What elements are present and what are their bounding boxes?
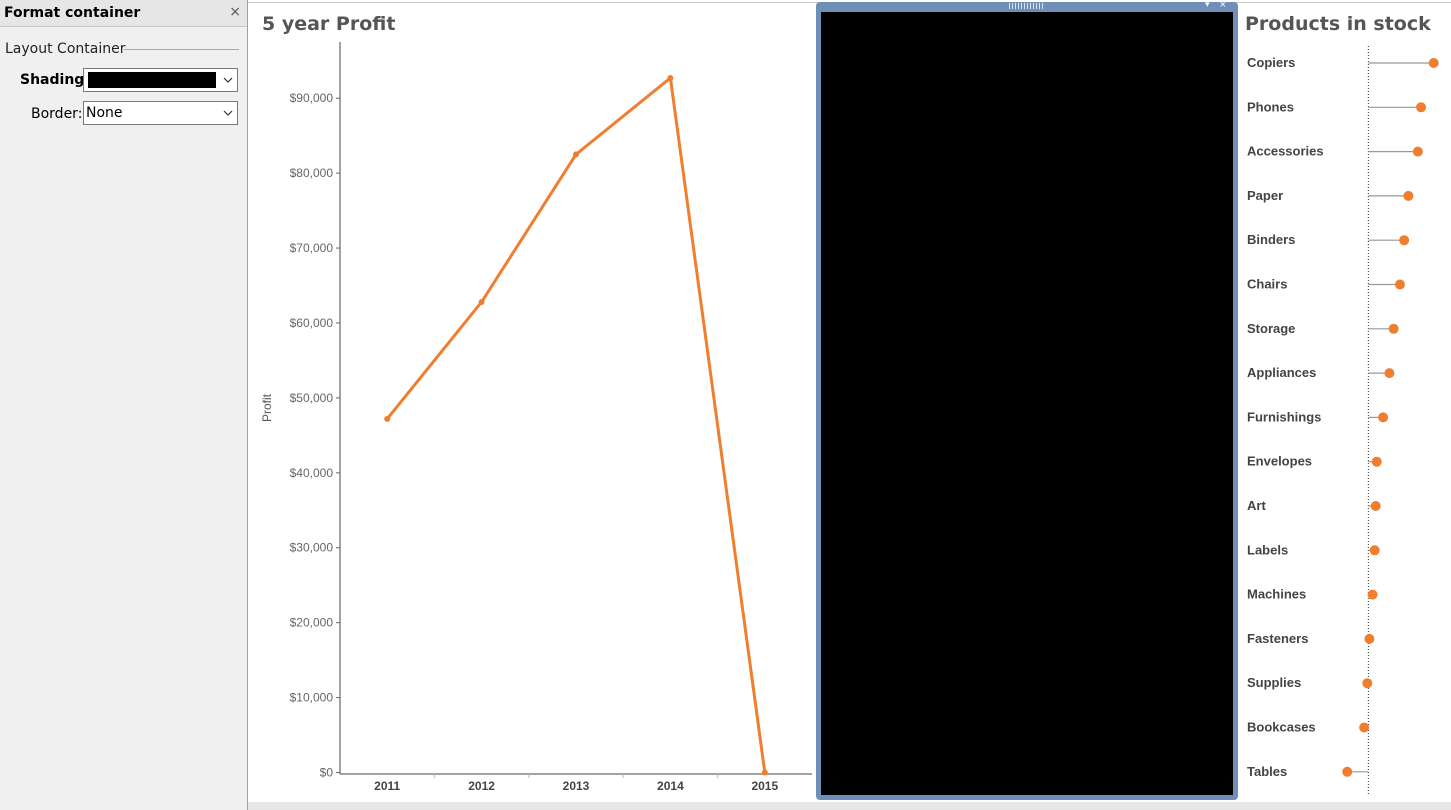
lollipop-dot xyxy=(1371,456,1382,467)
y-tick-label: $30,000 xyxy=(290,541,334,555)
lollipop-dot xyxy=(1359,722,1370,733)
category-label: Art xyxy=(1247,498,1266,513)
section-label: Layout Container xyxy=(5,41,126,57)
lollipop-dot xyxy=(1378,412,1389,423)
lollipop-dot xyxy=(1364,633,1375,644)
lollipop-dot xyxy=(1399,235,1410,246)
lollipop-dot xyxy=(1362,678,1373,689)
category-label: Binders xyxy=(1247,232,1295,247)
profit-point xyxy=(478,298,485,305)
border-value: None xyxy=(86,105,123,121)
lollipop-dot xyxy=(1394,279,1405,290)
lollipop-dot xyxy=(1403,190,1414,201)
lollipop-dot xyxy=(1369,545,1380,556)
border-dropdown[interactable]: None xyxy=(83,101,238,125)
lollipop-dot xyxy=(1412,146,1423,157)
format-container-pane: Format container × Layout Container Shad… xyxy=(0,0,248,810)
category-label: Appliances xyxy=(1247,365,1316,380)
category-label: Copiers xyxy=(1247,55,1295,70)
category-label: Bookcases xyxy=(1247,720,1316,735)
drag-handle[interactable] xyxy=(1009,3,1043,9)
y-tick-label: $80,000 xyxy=(290,166,334,180)
y-tick-label: $90,000 xyxy=(290,91,334,105)
close-icon[interactable]: × xyxy=(229,4,241,20)
category-label: Labels xyxy=(1247,542,1288,557)
category-label: Furnishings xyxy=(1247,409,1321,424)
lollipop-dot xyxy=(1428,58,1439,68)
x-tick-label: 2013 xyxy=(563,779,590,793)
profit-point xyxy=(761,769,768,776)
category-label: Accessories xyxy=(1247,144,1324,159)
lollipop-dot xyxy=(1367,589,1378,600)
profit-point xyxy=(384,415,391,422)
x-tick-label: 2011 xyxy=(374,779,400,793)
category-label: Machines xyxy=(1247,587,1306,602)
y-tick-label: $20,000 xyxy=(290,616,334,630)
pane-title: Format container xyxy=(4,5,141,21)
container-menu-icon[interactable]: ▾ xyxy=(1205,1,1210,10)
category-label: Chairs xyxy=(1247,277,1287,292)
lollipop-dot xyxy=(1388,323,1399,334)
category-label: Envelopes xyxy=(1247,454,1312,469)
category-label: Storage xyxy=(1247,321,1295,336)
x-tick-label: 2014 xyxy=(657,779,684,793)
category-label: Fasteners xyxy=(1247,631,1308,646)
lollipop-dot xyxy=(1370,501,1381,511)
y-tick-label: $50,000 xyxy=(290,391,334,405)
profit-point xyxy=(573,151,579,158)
pane-header: Format container × xyxy=(0,0,247,27)
category-label: Tables xyxy=(1247,764,1287,779)
section-divider xyxy=(124,49,239,50)
lollipop-dot xyxy=(1384,368,1395,379)
layout-container-shaded[interactable] xyxy=(821,12,1233,795)
profit-line-chart[interactable]: $0 $10,000 $20,000 $30,000 $40,000 $50,000 $60… xyxy=(248,30,814,802)
chevron-down-icon xyxy=(223,77,233,83)
products-lollipop-chart[interactable]: Copiers Phones Accessories Paper Binders Chai… xyxy=(1240,40,1449,800)
category-label: Paper xyxy=(1247,188,1283,203)
profit-point xyxy=(667,74,674,81)
category-label: Supplies xyxy=(1247,675,1301,690)
chevron-down-icon xyxy=(223,110,233,116)
y-tick-label: $60,000 xyxy=(290,316,334,330)
x-tick-label: 2015 xyxy=(751,779,778,793)
products-chart-title: Products in stock xyxy=(1245,13,1431,35)
y-axis-label: Profit xyxy=(260,393,274,422)
y-tick-label: $70,000 xyxy=(290,241,334,255)
y-tick-label: $0 xyxy=(320,766,334,780)
y-tick-label: $40,000 xyxy=(290,466,334,480)
lollipop-dot xyxy=(1416,102,1427,113)
lollipop-dot xyxy=(1342,766,1353,777)
shading-dropdown[interactable] xyxy=(83,68,238,92)
profit-series-line xyxy=(386,76,767,773)
border-label: Border: xyxy=(31,106,83,122)
y-tick-label: $10,000 xyxy=(290,691,334,705)
category-label: Phones xyxy=(1247,99,1294,114)
x-tick-label: 2012 xyxy=(468,779,495,793)
canvas-bottom-strip xyxy=(248,802,1451,810)
container-close-icon[interactable]: × xyxy=(1219,1,1227,10)
shading-label: Shading: xyxy=(20,72,90,88)
shading-color-swatch xyxy=(88,72,216,88)
